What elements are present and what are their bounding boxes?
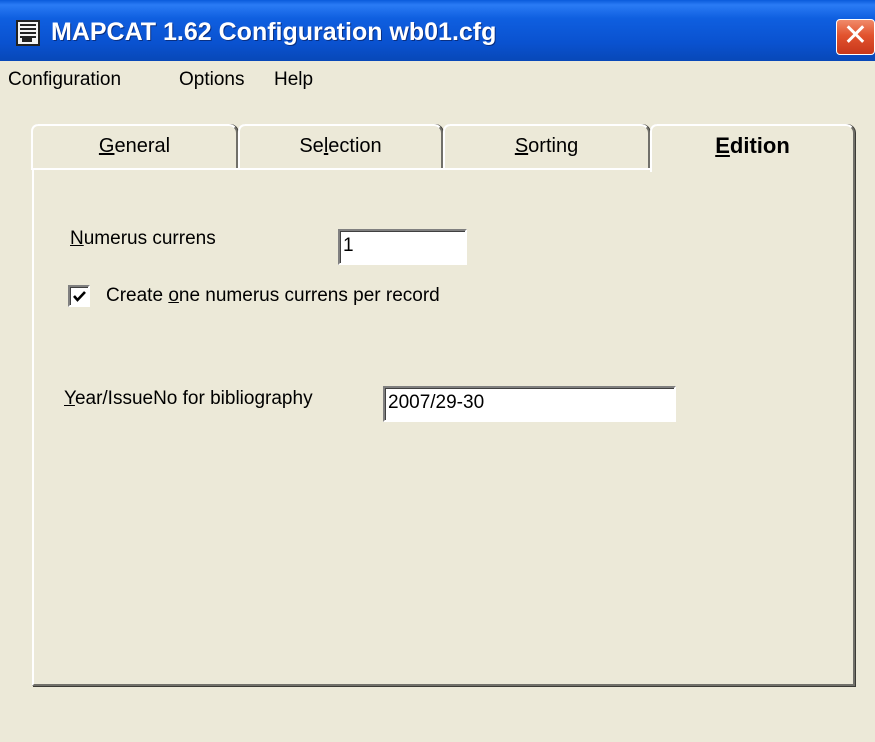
numerus-currens-input[interactable]: 1	[338, 229, 467, 265]
menu-bar: Configuration Options Help	[0, 61, 875, 99]
numerus-currens-label: Numerus currens	[70, 228, 216, 250]
checkbox-mnemonic: o	[168, 285, 179, 306]
year-issue-label: Year/IssueNo for bibliography	[64, 388, 313, 410]
title-bar[interactable]: MAPCAT 1.62 Configuration wb01.cfg ✕	[0, 0, 875, 61]
year-issue-label-text: ear/IssueNo for bibliography	[74, 388, 313, 409]
tab-sorting-mnemonic: S	[514, 135, 529, 157]
tab-selection-label: ection	[328, 135, 382, 157]
window-title: MAPCAT 1.62 Configuration wb01.cfg	[51, 18, 497, 46]
app-window-icon[interactable]	[16, 20, 40, 46]
year-issue-mnemonic: Y	[64, 388, 75, 409]
tab-selection[interactable]: Selection	[238, 124, 443, 170]
tab-sorting-label: orting	[528, 135, 579, 157]
tab-sorting[interactable]: Sorting	[443, 124, 650, 170]
menu-help[interactable]: Help	[274, 69, 313, 91]
checkbox-label-text: ne numerus currens per record	[178, 285, 440, 306]
tab-general[interactable]: General	[31, 124, 238, 170]
menu-options[interactable]: Options	[179, 69, 244, 91]
checkmark-icon	[73, 291, 86, 302]
tab-selection-label-start: Se	[299, 135, 324, 157]
menu-configuration[interactable]: Configuration	[8, 69, 121, 91]
close-icon: ✕	[842, 18, 869, 53]
one-numerus-per-record-label[interactable]: Create one numerus currens per record	[106, 285, 440, 307]
tab-general-label: eneral	[114, 135, 171, 157]
checkbox-label-start: Create	[106, 285, 169, 306]
close-button[interactable]: ✕	[836, 19, 875, 55]
year-issue-input[interactable]: 2007/29-30	[383, 386, 676, 422]
one-numerus-per-record-checkbox[interactable]	[68, 285, 90, 307]
tab-general-mnemonic: G	[98, 135, 115, 157]
tab-edition-label: dition	[729, 133, 790, 158]
numerus-currens-mnemonic: N	[70, 228, 84, 249]
tab-edition-mnemonic: E	[715, 133, 730, 158]
tab-edition[interactable]: Edition	[650, 124, 855, 172]
numerus-currens-label-text: umerus currens	[83, 228, 216, 249]
